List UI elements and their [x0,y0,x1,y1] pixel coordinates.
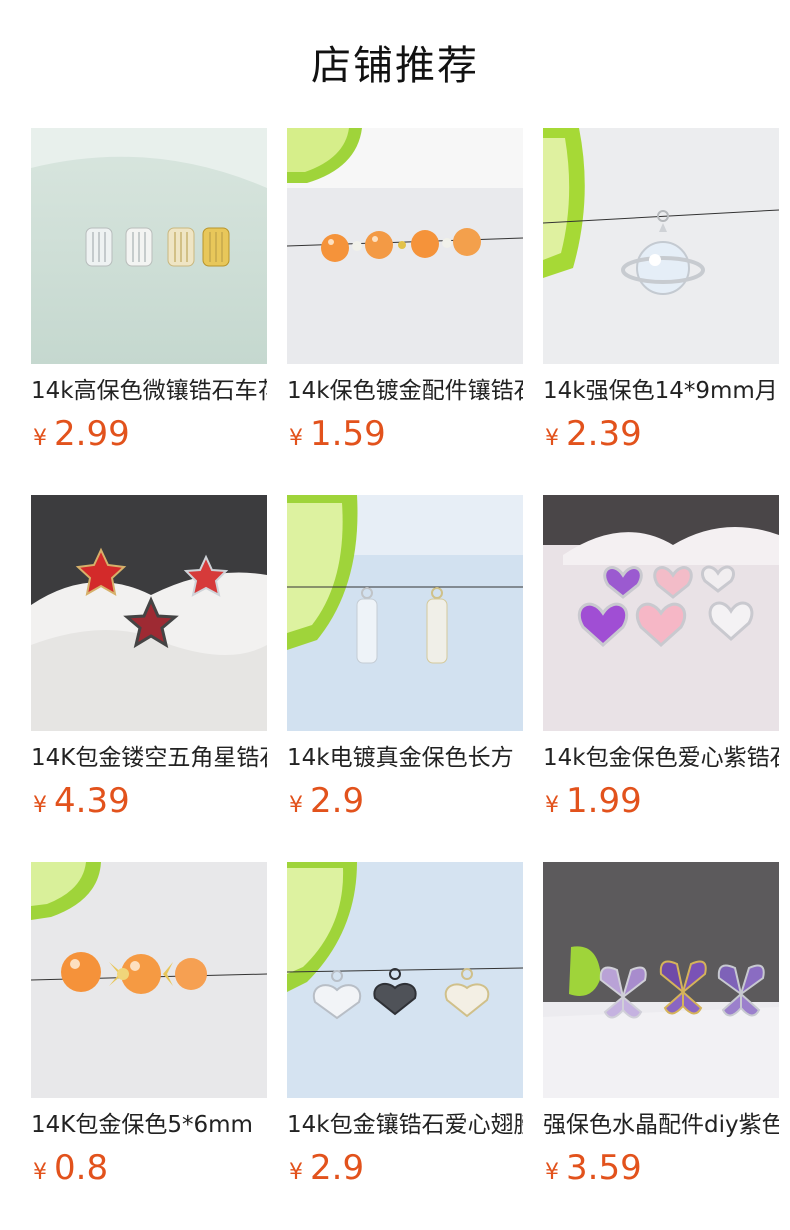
price-value: 2.99 [54,414,130,454]
product-card[interactable]: 14k包金镶锆石爱心翅膀 ¥2.9 [287,862,523,1216]
product-card[interactable]: 14k强保色14*9mm月亮 ¥2.39 [543,128,779,482]
currency-symbol: ¥ [289,1160,303,1185]
product-card[interactable]: 14k电镀真金保色长方 ¥2.9 [287,495,523,849]
product-name: 14k高保色微镶锆石车花隔珠 [31,378,267,404]
product-name: 强保色水晶配件diy紫色 [543,1112,779,1138]
butterfly-charm-icon [543,862,779,1098]
product-price: ¥4.39 [33,781,130,821]
currency-symbol: ¥ [33,426,47,451]
currency-symbol: ¥ [545,793,559,818]
product-card[interactable]: 14K包金保色5*6mm ¥0.8 [31,862,267,1216]
price-value: 2.9 [310,781,365,821]
currency-symbol: ¥ [545,1160,559,1185]
heart-wings-pendant-icon [287,862,523,1098]
product-grid: 14k高保色微镶锆石车花隔珠 ¥2.99 [31,128,779,1216]
product-name: 14K包金保色5*6mm [31,1112,253,1138]
product-name: 14k保色镀金配件镶锆石 [287,378,523,404]
product-name: 14k包金镶锆石爱心翅膀 [287,1112,523,1138]
product-card[interactable]: 14k保色镀金配件镶锆石 ¥1.59 [287,128,523,482]
product-price: ¥1.59 [289,414,386,454]
product-price: ¥1.99 [545,781,642,821]
product-name: 14k电镀真金保色长方 [287,745,514,771]
shop-recommendations-page: 店铺推荐 14k高保色微镶锆石车 ¥ 2.99 14k保色镀金配件镶锆石 ¥ 1… [0,0,790,1230]
product-card[interactable]: 强保色水晶配件diy紫色 ¥3.59 [543,862,779,1216]
currency-symbol: ¥ [33,793,47,818]
product-price: ¥2.9 [289,781,364,821]
price-value: 2.9 [310,1148,365,1188]
page-title: 店铺推荐 [311,43,479,89]
product-price: ¥2.39 [545,414,642,454]
product-price: ¥3.59 [545,1148,642,1188]
price-value: 3.59 [566,1148,642,1188]
product-price: ¥2.99 [33,414,130,454]
star-charm-icon [31,495,267,731]
orange-bead-bracelet-icon [287,128,523,364]
product-name: 14k强保色14*9mm月亮 [543,378,779,404]
product-card[interactable]: 14k包金保色爱心紫锆石 ¥1.99 [543,495,779,849]
price-value: 0.8 [54,1148,109,1188]
product-name: 14k包金保色爱心紫锆石 [543,745,779,771]
product-card[interactable]: 14k高保色微镶锆石车花隔珠 ¥2.99 [31,128,267,482]
crystal-pendant-icon [287,495,523,731]
product-card[interactable]: 14K包金镂空五角星锆石 ¥4.39 [31,495,267,849]
price-value: 1.99 [566,781,642,821]
heart-charm-icon [543,495,779,731]
product-name: 14K包金镂空五角星锆石 [31,745,267,771]
price-value: 1.59 [310,414,386,454]
price-value: 4.39 [54,781,130,821]
product-price: ¥2.9 [289,1148,364,1188]
currency-symbol: ¥ [33,1160,47,1185]
currency-symbol: ¥ [289,793,303,818]
product-price: ¥0.8 [33,1148,108,1188]
currency-symbol: ¥ [545,426,559,451]
price-value: 2.39 [566,414,642,454]
zircon-spacer-beads-icon [31,128,267,364]
currency-symbol: ¥ [289,426,303,451]
orange-bead-cap-icon [31,862,267,1098]
planet-pendant-icon [543,128,779,364]
